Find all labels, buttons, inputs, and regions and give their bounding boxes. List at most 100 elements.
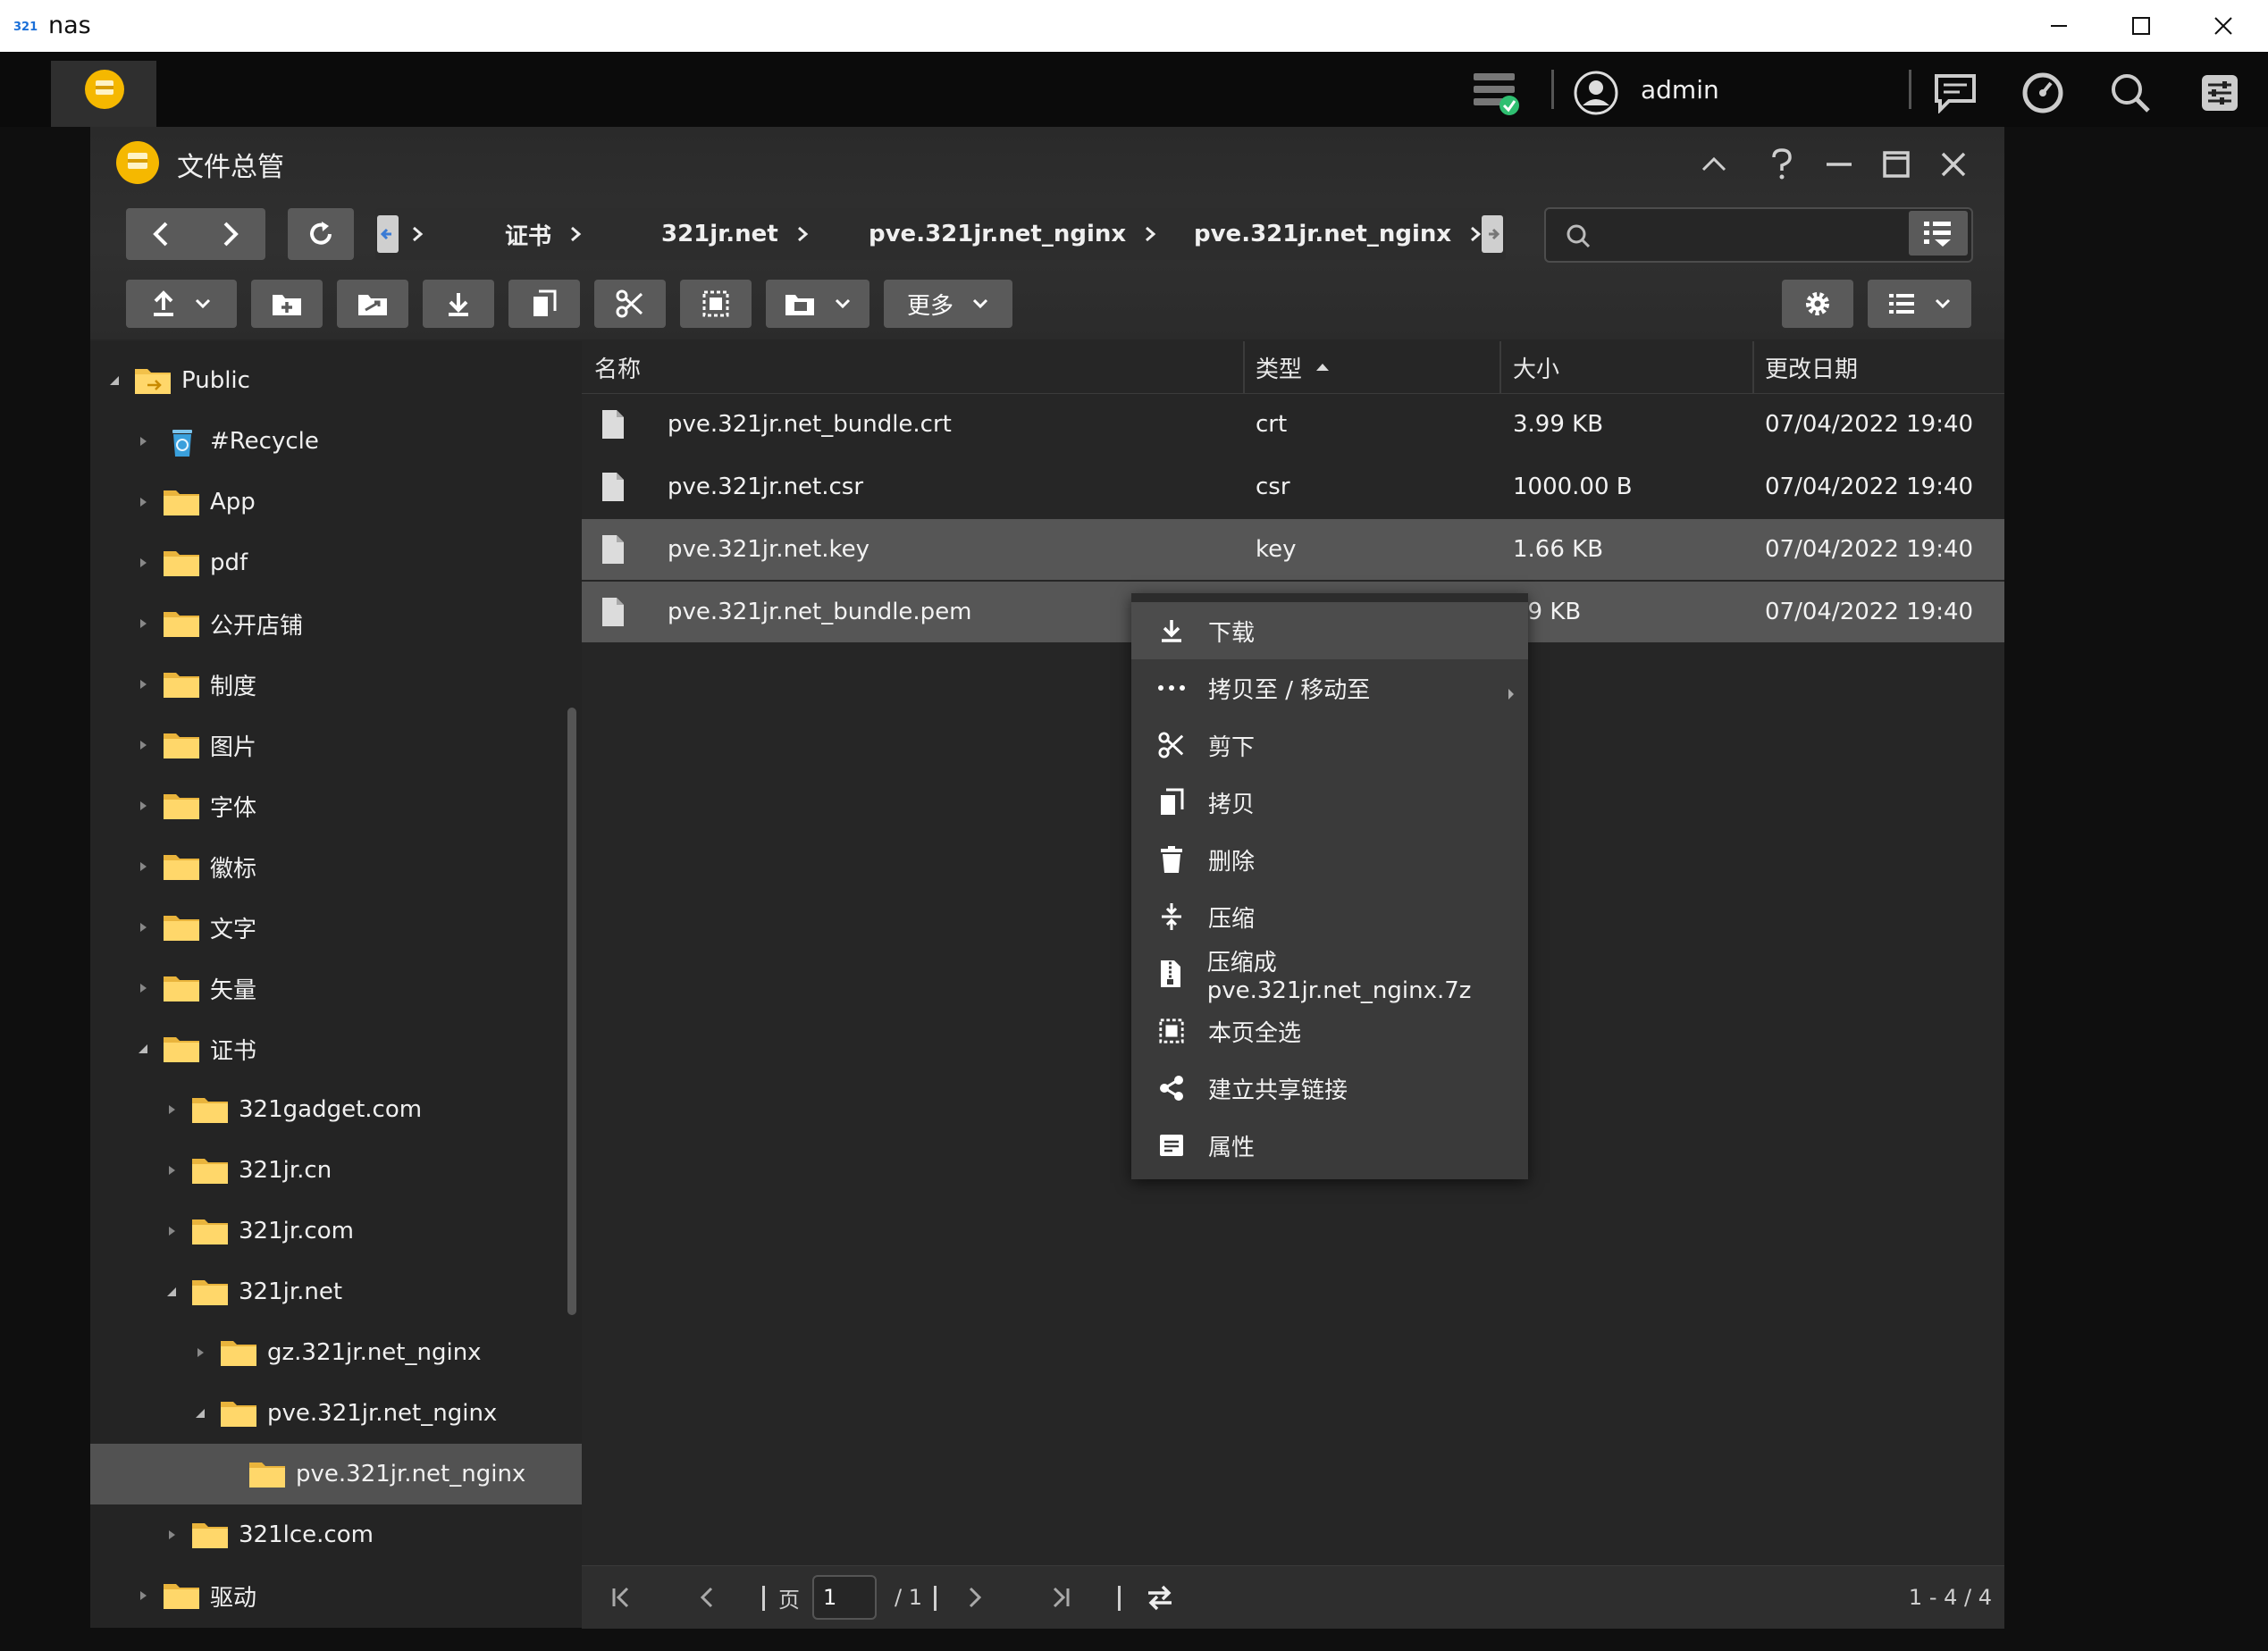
context-menu-item[interactable]: 属性	[1131, 1117, 1528, 1174]
context-menu-item[interactable]: 拷贝	[1131, 774, 1528, 831]
tree-item[interactable]: pve.321jr.net_nginx	[90, 1383, 582, 1444]
global-search-button[interactable]	[2104, 66, 2157, 120]
tree-item[interactable]: Public	[90, 350, 582, 411]
tree-item[interactable]: 公开店铺	[90, 593, 582, 654]
tree-item[interactable]: 321jr.cn	[90, 1140, 582, 1201]
options-button[interactable]	[2193, 66, 2247, 120]
context-menu-item[interactable]: 本页全选	[1131, 1002, 1528, 1060]
tree-item[interactable]: gz.321jr.net_nginx	[90, 1322, 582, 1383]
context-menu-item[interactable]: 压缩	[1131, 888, 1528, 945]
username[interactable]: admin	[1641, 75, 1719, 105]
expand-arrow-icon[interactable]	[135, 433, 151, 449]
tree-item[interactable]: 证书	[90, 1018, 582, 1079]
resource-monitor-button[interactable]	[2016, 66, 2070, 120]
context-menu-item[interactable]: 删除	[1131, 831, 1528, 888]
expand-arrow-icon[interactable]	[164, 1223, 180, 1239]
tree-item[interactable]: App	[90, 472, 582, 532]
column-header-name[interactable]: 名称	[594, 341, 641, 393]
column-divider[interactable]	[1499, 341, 1501, 393]
page-number-input[interactable]	[812, 1575, 877, 1620]
expand-arrow-icon[interactable]	[164, 1527, 180, 1543]
breadcrumb-scroll-right[interactable]	[1482, 215, 1503, 253]
tree-item[interactable]: 制度	[90, 654, 582, 715]
expand-arrow-icon[interactable]	[135, 1588, 151, 1604]
expand-arrow-icon[interactable]	[135, 555, 151, 571]
tree-item[interactable]: 徽标	[90, 836, 582, 897]
breadcrumb-item[interactable]: pve.321jr.net_nginx	[1194, 208, 1482, 260]
close-app-button[interactable]	[1939, 150, 1968, 182]
tree-item[interactable]: 矢量	[90, 958, 582, 1018]
collapse-arrow-icon[interactable]	[135, 1041, 151, 1057]
expand-arrow-icon[interactable]	[135, 737, 151, 753]
select-all-button[interactable]	[680, 280, 752, 328]
task-manager-button[interactable]	[1469, 66, 1523, 120]
tree-item[interactable]: 321jr.net	[90, 1261, 582, 1322]
column-header-date[interactable]: 更改日期	[1765, 341, 1858, 393]
breadcrumb-scroll-left[interactable]	[377, 215, 399, 253]
breadcrumb-item[interactable]: 321jr.net	[661, 208, 809, 260]
view-mode-button[interactable]	[1868, 280, 1971, 328]
taskbar-file-manager[interactable]	[51, 61, 156, 127]
collapse-arrow-icon[interactable]	[192, 1405, 208, 1421]
copy-button[interactable]	[508, 280, 580, 328]
new-folder-button[interactable]	[251, 280, 323, 328]
tree-item[interactable]: 驱动	[90, 1565, 582, 1626]
tree-item[interactable]: #Recycle	[90, 411, 582, 472]
reload-list-button[interactable]	[1145, 1566, 1175, 1629]
context-menu-item[interactable]: 拷贝至 / 移动至	[1131, 659, 1528, 717]
user-avatar[interactable]	[1569, 66, 1623, 120]
more-button[interactable]: 更多	[884, 280, 1012, 328]
file-row[interactable]: pve.321jr.net_bundle.crt crt 3.99 KB 07/04/…	[582, 394, 2004, 455]
expand-arrow-icon[interactable]	[135, 616, 151, 632]
expand-arrow-icon[interactable]	[135, 859, 151, 875]
first-page-button[interactable]	[610, 1566, 632, 1629]
last-page-button[interactable]	[1050, 1566, 1071, 1629]
next-page-button[interactable]	[966, 1566, 984, 1629]
expand-arrow-icon[interactable]	[135, 676, 151, 692]
refresh-button[interactable]	[288, 208, 354, 260]
expand-arrow-icon[interactable]	[164, 1162, 180, 1178]
tree-item[interactable]: 321jr.com	[90, 1201, 582, 1261]
remote-folder-button[interactable]	[766, 280, 869, 328]
column-header-type[interactable]: 类型	[1256, 341, 1331, 393]
context-menu-item[interactable]: 压缩成pve.321jr.net_nginx.7z	[1131, 945, 1528, 1004]
advanced-search-button[interactable]	[1909, 211, 1968, 256]
tree-item[interactable]: 文字	[90, 897, 582, 958]
notifications-button[interactable]	[1928, 66, 1982, 120]
collapse-arrow-icon[interactable]	[164, 1284, 180, 1300]
download-button[interactable]	[423, 280, 494, 328]
tree-item[interactable]: 字体	[90, 775, 582, 836]
help-button[interactable]	[1768, 148, 1796, 184]
tree-item[interactable]: 321lce.com	[90, 1504, 582, 1565]
expand-arrow-icon[interactable]	[135, 494, 151, 510]
settings-button[interactable]	[1782, 280, 1853, 328]
folder-action-button[interactable]	[337, 280, 408, 328]
expand-arrow-icon[interactable]	[135, 980, 151, 996]
cut-button[interactable]	[594, 280, 666, 328]
back-button[interactable]	[126, 208, 196, 260]
search-input[interactable]	[1600, 216, 1898, 252]
minimize-window-button[interactable]	[1825, 150, 1853, 182]
column-divider[interactable]	[1243, 341, 1245, 393]
tree-item[interactable]: pdf	[90, 532, 582, 593]
maximize-button[interactable]	[2100, 0, 2182, 52]
previous-page-button[interactable]	[698, 1566, 716, 1629]
context-menu-item[interactable]: 剪下	[1131, 717, 1528, 774]
collapse-window-button[interactable]	[1700, 150, 1728, 182]
maximize-window-button[interactable]	[1882, 150, 1911, 182]
expand-arrow-icon[interactable]	[192, 1345, 208, 1361]
upload-button[interactable]	[126, 280, 237, 328]
column-header-size[interactable]: 大小	[1513, 341, 1559, 393]
context-menu-item[interactable]: 建立共享链接	[1131, 1060, 1528, 1117]
tree-item[interactable]: 图片	[90, 715, 582, 775]
tree-item[interactable]: 321gadget.com	[90, 1079, 582, 1140]
tree-scrollbar[interactable]	[567, 708, 576, 1315]
close-window-button[interactable]	[2182, 0, 2264, 52]
collapse-arrow-icon[interactable]	[106, 373, 122, 389]
file-row[interactable]: pve.321jr.net.key key 1.66 KB 07/04/2022 19…	[582, 519, 2004, 580]
breadcrumb-item[interactable]: pve.321jr.net_nginx	[869, 208, 1156, 260]
forward-button[interactable]	[196, 208, 265, 260]
context-menu-item[interactable]: 下载	[1131, 602, 1528, 659]
tree-item[interactable]: pve.321jr.net_nginx	[90, 1444, 582, 1504]
file-row[interactable]: pve.321jr.net.csr csr 1000.00 B 07/04/2022 …	[582, 457, 2004, 517]
